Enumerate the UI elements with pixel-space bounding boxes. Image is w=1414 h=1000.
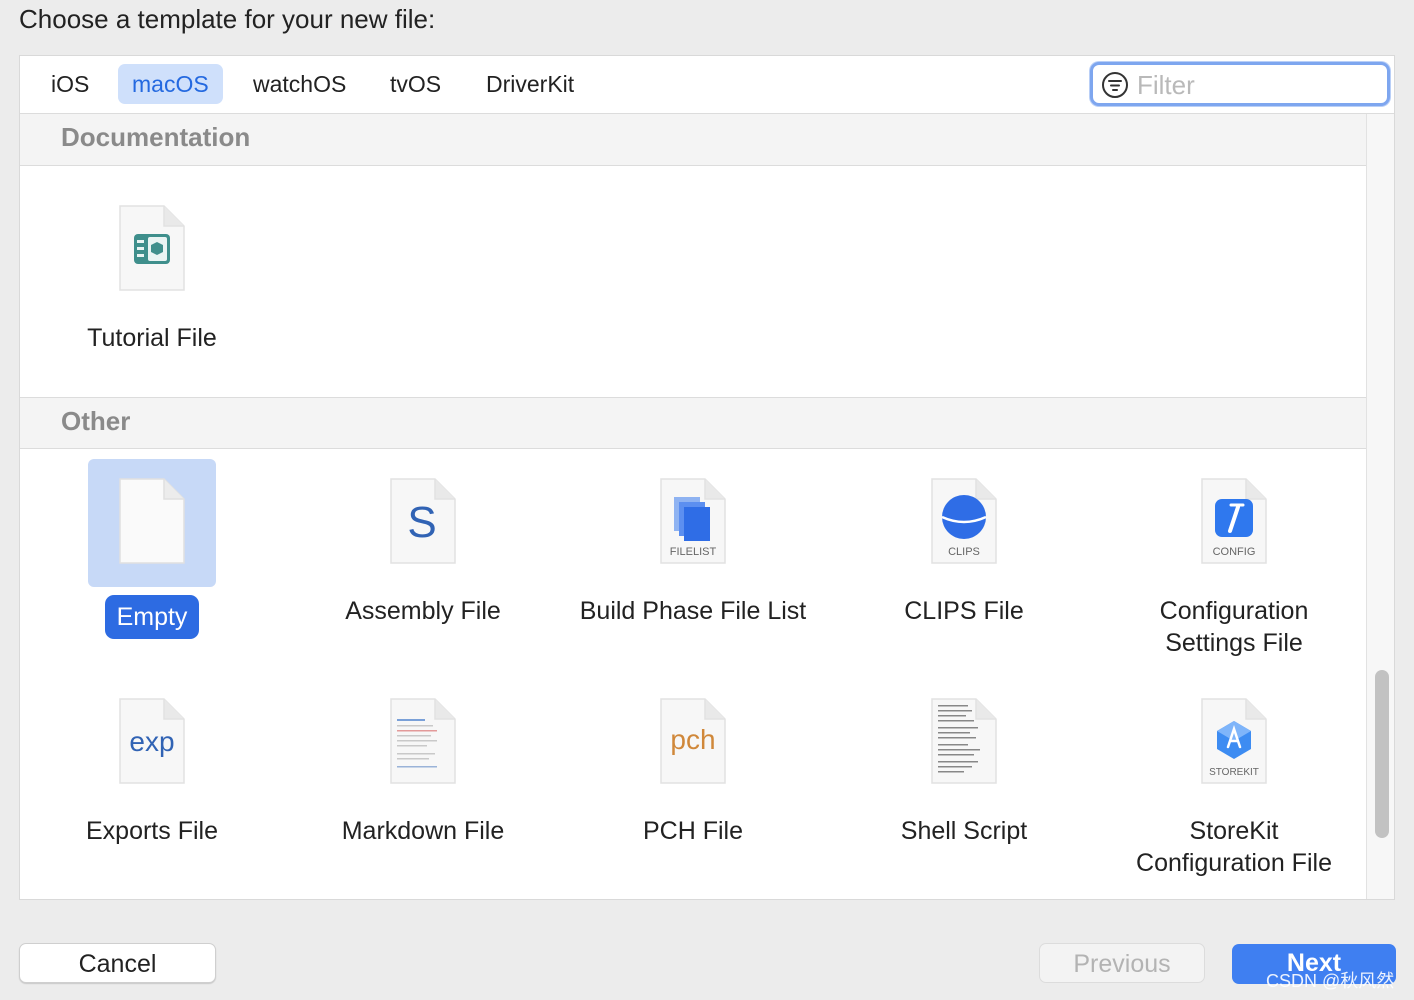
- template-build-phase-file-list[interactable]: FILELIST Build Phase File List: [578, 459, 808, 659]
- template-clips-file[interactable]: CLIPS CLIPS File: [849, 459, 1079, 659]
- template-configuration-settings-file[interactable]: CONFIG Configuration Settings File: [1119, 459, 1349, 659]
- section-title: Other: [61, 406, 131, 436]
- config-icon: CONFIG: [1201, 478, 1267, 564]
- svg-text:pch: pch: [670, 724, 715, 755]
- template-storekit-configuration-file[interactable]: STOREKIT StoreKit Configuration File: [1119, 679, 1349, 879]
- template-empty[interactable]: Empty: [37, 459, 267, 659]
- template-label: CLIPS File: [904, 597, 1024, 625]
- tab-ios[interactable]: iOS: [37, 64, 103, 104]
- cancel-button[interactable]: Cancel: [19, 943, 216, 983]
- scrollbar-thumb[interactable]: [1375, 670, 1389, 838]
- pch-file-icon: pch: [660, 698, 726, 784]
- section-title: Documentation: [61, 122, 251, 152]
- icon-container: CONFIG: [1170, 459, 1298, 587]
- tab-watchos[interactable]: watchOS: [239, 64, 360, 104]
- template-panel: iOS macOS watchOS tvOS DriverKit Documen…: [19, 55, 1395, 900]
- template-label: Configuration Settings File: [1159, 597, 1309, 657]
- svg-text:S: S: [407, 498, 436, 547]
- template-tutorial-file[interactable]: Tutorial File: [37, 186, 267, 386]
- template-label: Assembly File: [345, 597, 501, 625]
- icon-container: exp: [88, 679, 216, 807]
- icon-container: CLIPS: [900, 459, 1028, 587]
- empty-file-icon: [119, 478, 185, 564]
- tab-macos[interactable]: macOS: [118, 64, 223, 104]
- svg-text:FILELIST: FILELIST: [670, 546, 717, 558]
- template-label: Tutorial File: [87, 324, 217, 352]
- filter-icon: [1102, 72, 1128, 98]
- storekit-icon: STOREKIT: [1201, 698, 1267, 784]
- previous-button[interactable]: Previous: [1039, 943, 1205, 983]
- platform-tab-bar: iOS macOS watchOS tvOS DriverKit: [20, 56, 1394, 114]
- filter-field[interactable]: [1090, 62, 1390, 106]
- svg-text:CONFIG: CONFIG: [1213, 546, 1256, 558]
- shell-script-icon: [931, 698, 997, 784]
- icon-container: [900, 679, 1028, 807]
- clips-icon: CLIPS: [931, 478, 997, 564]
- markdown-file-icon: [390, 698, 456, 784]
- icon-container: [88, 459, 216, 587]
- tab-driverkit[interactable]: DriverKit: [472, 64, 588, 104]
- template-label: Empty: [37, 595, 267, 639]
- template-assembly-file[interactable]: S Assembly File: [308, 459, 538, 659]
- template-pch-file[interactable]: pch PCH File: [578, 679, 808, 879]
- template-shell-script[interactable]: Shell Script: [849, 679, 1079, 879]
- filter-input[interactable]: [1135, 68, 1379, 102]
- icon-container: pch: [629, 679, 757, 807]
- svg-text:CLIPS: CLIPS: [948, 546, 980, 558]
- template-label: Exports File: [86, 817, 218, 845]
- icon-container: [359, 679, 487, 807]
- template-label: StoreKit Configuration File: [1136, 817, 1332, 877]
- template-exports-file[interactable]: exp Exports File: [37, 679, 267, 879]
- icon-container: S: [359, 459, 487, 587]
- exports-file-icon: exp: [119, 698, 185, 784]
- assembly-file-icon: S: [390, 478, 456, 564]
- svg-text:STOREKIT: STOREKIT: [1209, 767, 1259, 778]
- template-label: PCH File: [642, 817, 743, 845]
- section-header-other: Other: [20, 397, 1366, 449]
- template-label: Markdown File: [341, 817, 505, 845]
- icon-container: [88, 186, 216, 314]
- template-label: Build Phase File List: [579, 597, 807, 625]
- template-label: Shell Script: [900, 817, 1028, 845]
- section-header-documentation: Documentation: [20, 114, 1366, 166]
- vertical-scrollbar[interactable]: [1366, 114, 1394, 899]
- tutorial-file-icon: [119, 205, 185, 291]
- template-markdown-file[interactable]: Markdown File: [308, 679, 538, 879]
- watermark: CSDN @秋风然: [1266, 971, 1395, 991]
- dialog-prompt: Choose a template for your new file:: [19, 4, 436, 34]
- icon-container: FILELIST: [629, 459, 757, 587]
- filelist-icon: FILELIST: [660, 478, 726, 564]
- svg-text:exp: exp: [129, 726, 174, 757]
- icon-container: STOREKIT: [1170, 679, 1298, 807]
- tab-tvos[interactable]: tvOS: [376, 64, 455, 104]
